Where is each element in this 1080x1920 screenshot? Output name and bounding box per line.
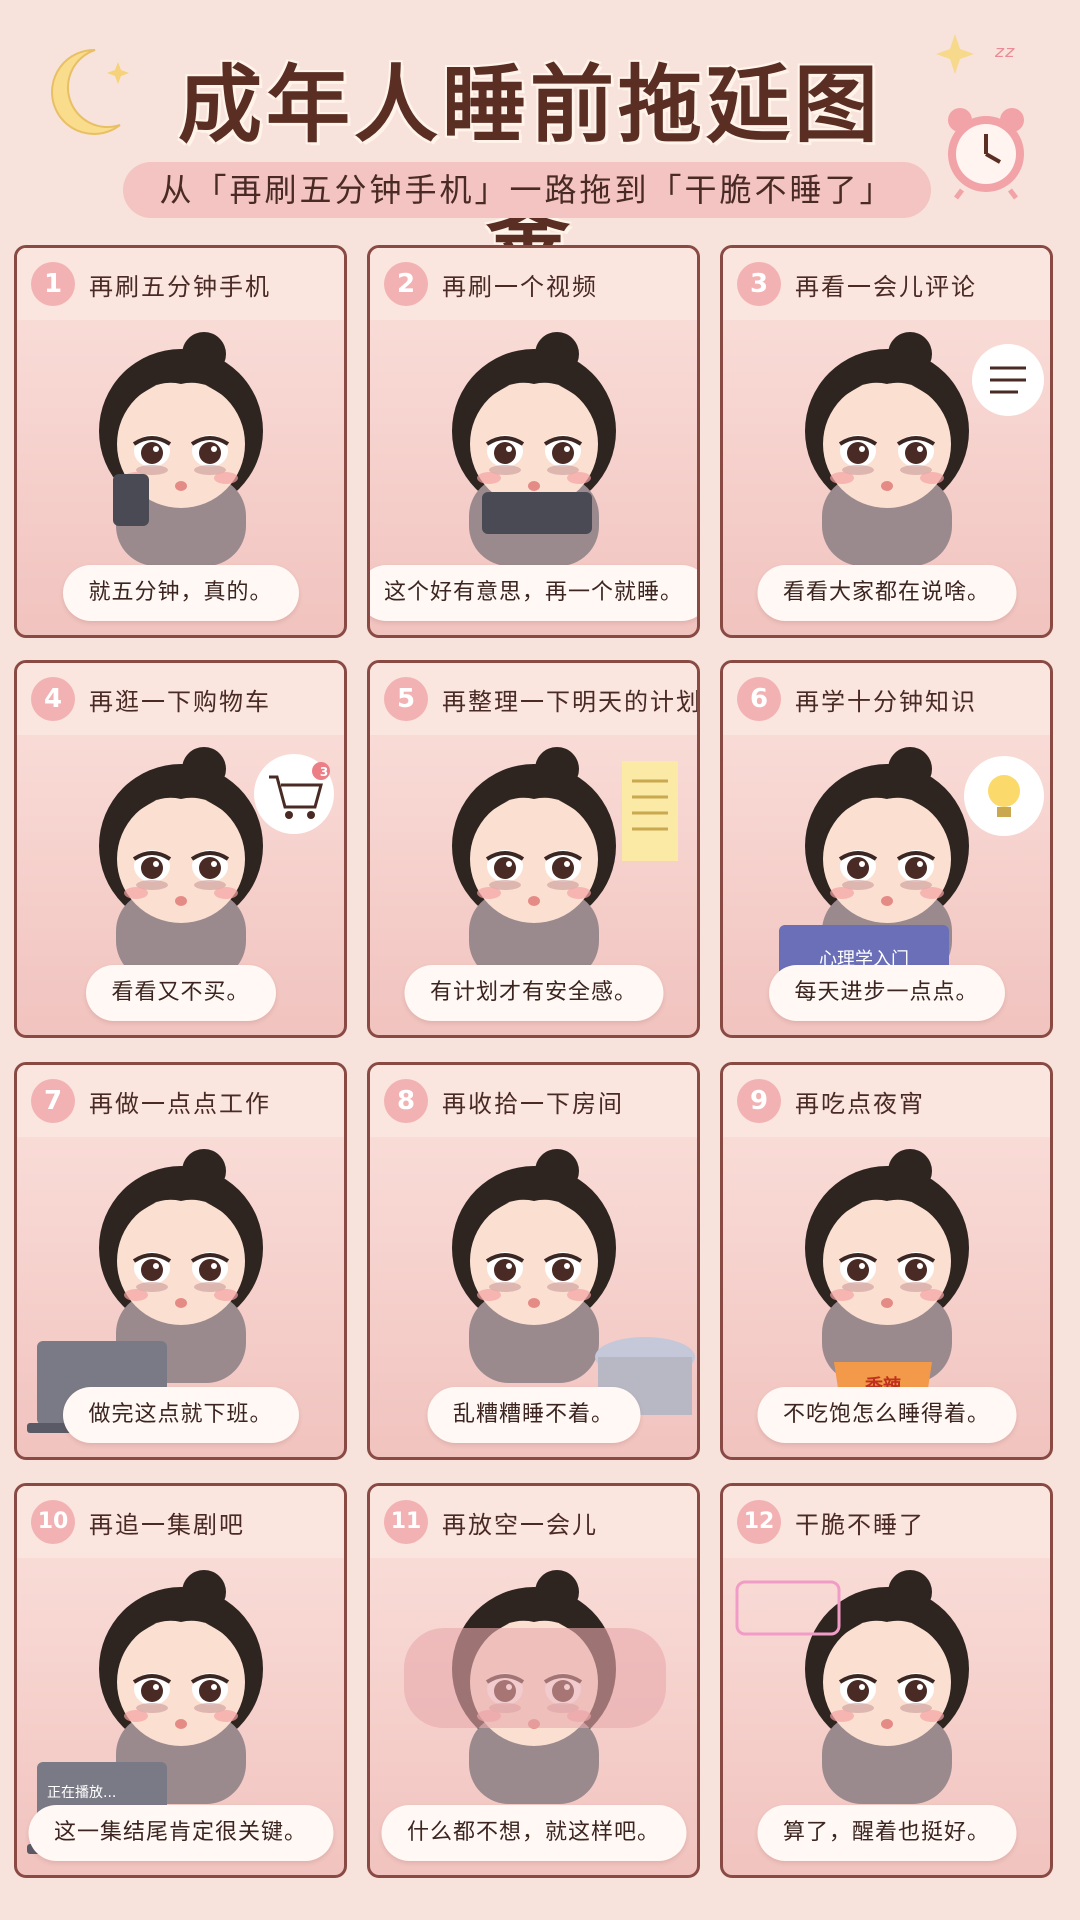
panel-number-badge: 8 <box>384 1079 428 1123</box>
comic-panel-6: 6 再学十分钟知识 心理学入门 每天进步一点点。 <box>720 660 1053 1038</box>
panel-title: 再收拾一下房间 <box>442 1089 624 1118</box>
panel-header: 7 再做一点点工作 <box>17 1065 344 1137</box>
comic-panel-10: 10 再追一集剧吧 正在播放... 这一集结尾肯定很关键。 <box>14 1483 347 1878</box>
panel-number-badge: 9 <box>737 1079 781 1123</box>
comic-panel-9: 9 再吃点夜宵 香辣 不吃饱怎么睡得着。 <box>720 1062 1053 1460</box>
panel-caption: 做完这点就下班。 <box>62 1387 299 1443</box>
panel-header: 9 再吃点夜宵 <box>723 1065 1050 1137</box>
panel-caption: 这个好有意思，再一个就睡。 <box>370 565 697 621</box>
panel-header: 12 干脆不睡了 <box>723 1486 1050 1558</box>
panel-caption: 看看大家都在说啥。 <box>756 565 1017 621</box>
panel-title: 再追一集剧吧 <box>89 1510 245 1539</box>
panel-header: 6 再学十分钟知识 <box>723 663 1050 735</box>
panel-title: 再放空一会儿 <box>442 1510 598 1539</box>
panel-caption: 什么都不想，就这样吧。 <box>380 1805 687 1861</box>
comic-panel-2: 2 再刷一个视频 这个好有意思，再一个就睡。 <box>367 245 700 638</box>
panel-caption: 算了，醒着也挺好。 <box>756 1805 1017 1861</box>
panel-caption: 看看又不买。 <box>85 965 276 1021</box>
panel-caption: 乱糟糟睡不着。 <box>426 1387 641 1443</box>
neon-sign-icon <box>735 1580 841 1636</box>
character-illustration <box>804 332 969 566</box>
character-illustration <box>98 747 263 981</box>
panel-number-badge: 2 <box>384 262 428 306</box>
panel-header: 8 再收拾一下房间 <box>370 1065 697 1137</box>
phone-icon <box>113 474 149 526</box>
panel-title: 再学十分钟知识 <box>795 687 977 716</box>
panel-header: 10 再追一集剧吧 <box>17 1486 344 1558</box>
panel-number-badge: 3 <box>737 262 781 306</box>
panel-number-badge: 11 <box>384 1500 428 1544</box>
panel-header: 5 再整理一下明天的计划 <box>370 663 697 735</box>
panel-number-badge: 6 <box>737 677 781 721</box>
tablet-icon <box>482 492 592 534</box>
panel-number-badge: 1 <box>31 262 75 306</box>
character-illustration <box>804 1149 969 1383</box>
panel-header: 1 再刷五分钟手机 <box>17 248 344 320</box>
panel-header: 11 再放空一会儿 <box>370 1486 697 1558</box>
cart-count-badge: 3 <box>319 765 329 779</box>
panel-caption: 有计划才有安全感。 <box>403 965 664 1021</box>
panel-title: 再吃点夜宵 <box>795 1089 925 1118</box>
comic-panel-5: 5 再整理一下明天的计划 有计划才有安全感。 <box>367 660 700 1038</box>
panel-number-badge: 5 <box>384 677 428 721</box>
comic-panel-3: 3 再看一会儿评论 看看大家都在说啥。 <box>720 245 1053 638</box>
comic-panel-1: 1 再刷五分钟手机 就五分钟，真的。 <box>14 245 347 638</box>
panel-title: 干脆不睡了 <box>795 1510 925 1539</box>
comic-panel-8: 8 再收拾一下房间 乱糟糟睡不着。 <box>367 1062 700 1460</box>
lightbulb-icon <box>964 756 1044 836</box>
panel-title: 再刷五分钟手机 <box>89 272 271 301</box>
comic-panel-12: 12 干脆不睡了 算了，醒着也挺好。 <box>720 1483 1053 1878</box>
panel-caption: 不吃饱怎么睡得着。 <box>756 1387 1017 1443</box>
panel-header: 3 再看一会儿评论 <box>723 248 1050 320</box>
panel-title: 再整理一下明天的计划 <box>442 687 700 716</box>
panel-title: 再刷一个视频 <box>442 272 598 301</box>
panel-grid: 1 再刷五分钟手机 就五分钟，真的。 2 再刷一个视频 这个好有意思，再一个就睡… <box>0 0 1080 1920</box>
panel-number-badge: 12 <box>737 1500 781 1544</box>
panel-number-badge: 4 <box>31 677 75 721</box>
laptop-screen-text: 正在播放... <box>47 1785 117 1801</box>
panel-number-badge: 10 <box>31 1500 75 1544</box>
character-illustration <box>98 332 263 566</box>
panel-caption: 这一集结尾肯定很关键。 <box>27 1805 334 1861</box>
comment-bubble-icon <box>972 344 1044 416</box>
panel-caption: 每天进步一点点。 <box>768 965 1005 1021</box>
comic-panel-4: 4 再逛一下购物车 3 看看又不买。 <box>14 660 347 1038</box>
note-icon <box>622 761 678 861</box>
comic-panel-11: 11 再放空一会儿 什么都不想，就这样吧。 <box>367 1483 700 1878</box>
panel-title: 再逛一下购物车 <box>89 687 271 716</box>
panel-number-badge: 7 <box>31 1079 75 1123</box>
panel-title: 再看一会儿评论 <box>795 272 977 301</box>
comic-panel-7: 7 再做一点点工作 做完这点就下班。 <box>14 1062 347 1460</box>
panel-caption: 就五分钟，真的。 <box>62 565 299 621</box>
panel-header: 2 再刷一个视频 <box>370 248 697 320</box>
panel-header: 4 再逛一下购物车 <box>17 663 344 735</box>
pillow-icon <box>404 1628 666 1728</box>
character-illustration <box>451 747 616 981</box>
panel-title: 再做一点点工作 <box>89 1089 271 1118</box>
